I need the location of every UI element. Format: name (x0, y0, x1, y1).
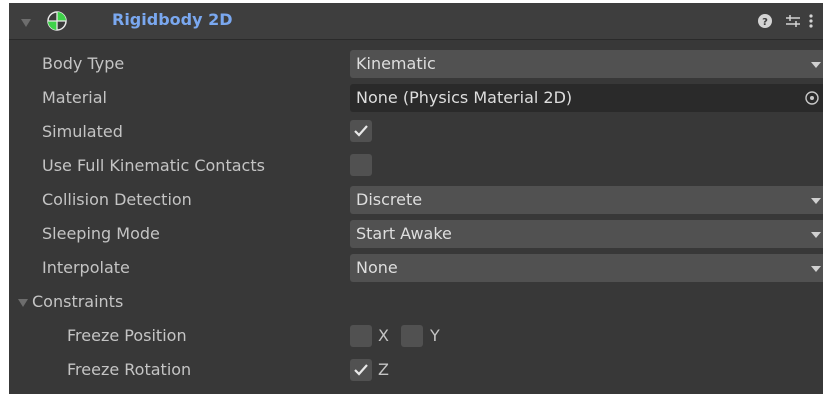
material-value: None (Physics Material 2D) (356, 88, 573, 107)
material-object-field[interactable]: None (Physics Material 2D) (350, 84, 823, 112)
freeze-rotation-label: Freeze Rotation (67, 360, 192, 379)
object-picker-icon[interactable] (804, 90, 820, 106)
freeze-rotation-z-checkbox[interactable] (350, 359, 372, 381)
more-options-icon[interactable] (807, 12, 815, 30)
interpolate-label: Interpolate (42, 258, 130, 277)
freeze-position-x-label: X (378, 326, 389, 345)
body-type-dropdown[interactable]: Kinematic (350, 50, 823, 78)
dropdown-arrow-icon (811, 198, 821, 204)
component-foldout-arrow-icon[interactable] (21, 19, 31, 27)
material-label: Material (42, 88, 107, 107)
collision-detection-row: Collision Detection Discrete (9, 184, 823, 218)
material-row: Material None (Physics Material 2D) (9, 82, 823, 116)
collision-detection-value: Discrete (356, 190, 423, 209)
sleeping-mode-row: Sleeping Mode Start Awake (9, 218, 823, 252)
sleeping-mode-value: Start Awake (356, 224, 452, 243)
component-title: Rigidbody 2D (112, 10, 233, 29)
body-type-label: Body Type (42, 54, 125, 73)
checkmark-icon (354, 125, 368, 137)
presets-icon[interactable] (784, 12, 802, 30)
sleeping-mode-dropdown[interactable]: Start Awake (350, 220, 823, 248)
freeze-rotation-row: Freeze Rotation Z (9, 354, 823, 388)
freeze-position-y-label: Y (430, 326, 440, 345)
collision-detection-dropdown[interactable]: Discrete (350, 186, 823, 214)
interpolate-value: None (356, 258, 398, 277)
inspector-panel: Rigidbody 2D ? Body Type Kinematic Mater… (9, 3, 823, 394)
rigidbody-2d-icon (47, 11, 67, 31)
checkmark-icon (354, 364, 368, 376)
component-header[interactable]: Rigidbody 2D ? (9, 3, 823, 40)
constraints-foldout[interactable]: Constraints (9, 286, 823, 320)
dropdown-arrow-icon (811, 232, 821, 238)
dropdown-arrow-icon (811, 62, 821, 68)
freeze-rotation-z-label: Z (378, 360, 389, 379)
constraints-label: Constraints (32, 292, 124, 311)
use-full-kinematic-contacts-label: Use Full Kinematic Contacts (42, 156, 265, 175)
interpolate-row: Interpolate None (9, 252, 823, 286)
svg-text:?: ? (762, 17, 768, 28)
help-icon[interactable]: ? (756, 12, 774, 30)
body-type-row: Body Type Kinematic (9, 48, 823, 82)
simulated-checkbox[interactable] (350, 120, 372, 142)
use-full-kinematic-contacts-row: Use Full Kinematic Contacts (9, 150, 823, 184)
freeze-position-x-checkbox[interactable] (350, 325, 372, 347)
simulated-label: Simulated (42, 122, 123, 141)
freeze-position-row: Freeze Position X Y (9, 320, 823, 354)
constraints-foldout-arrow-icon[interactable] (18, 299, 28, 307)
interpolate-dropdown[interactable]: None (350, 254, 823, 282)
dropdown-arrow-icon (811, 266, 821, 272)
freeze-position-label: Freeze Position (67, 326, 187, 345)
collision-detection-label: Collision Detection (42, 190, 192, 209)
simulated-row: Simulated (9, 116, 823, 150)
freeze-position-y-checkbox[interactable] (401, 325, 423, 347)
use-full-kinematic-contacts-checkbox[interactable] (350, 154, 372, 176)
sleeping-mode-label: Sleeping Mode (42, 224, 160, 243)
body-type-value: Kinematic (356, 54, 436, 73)
